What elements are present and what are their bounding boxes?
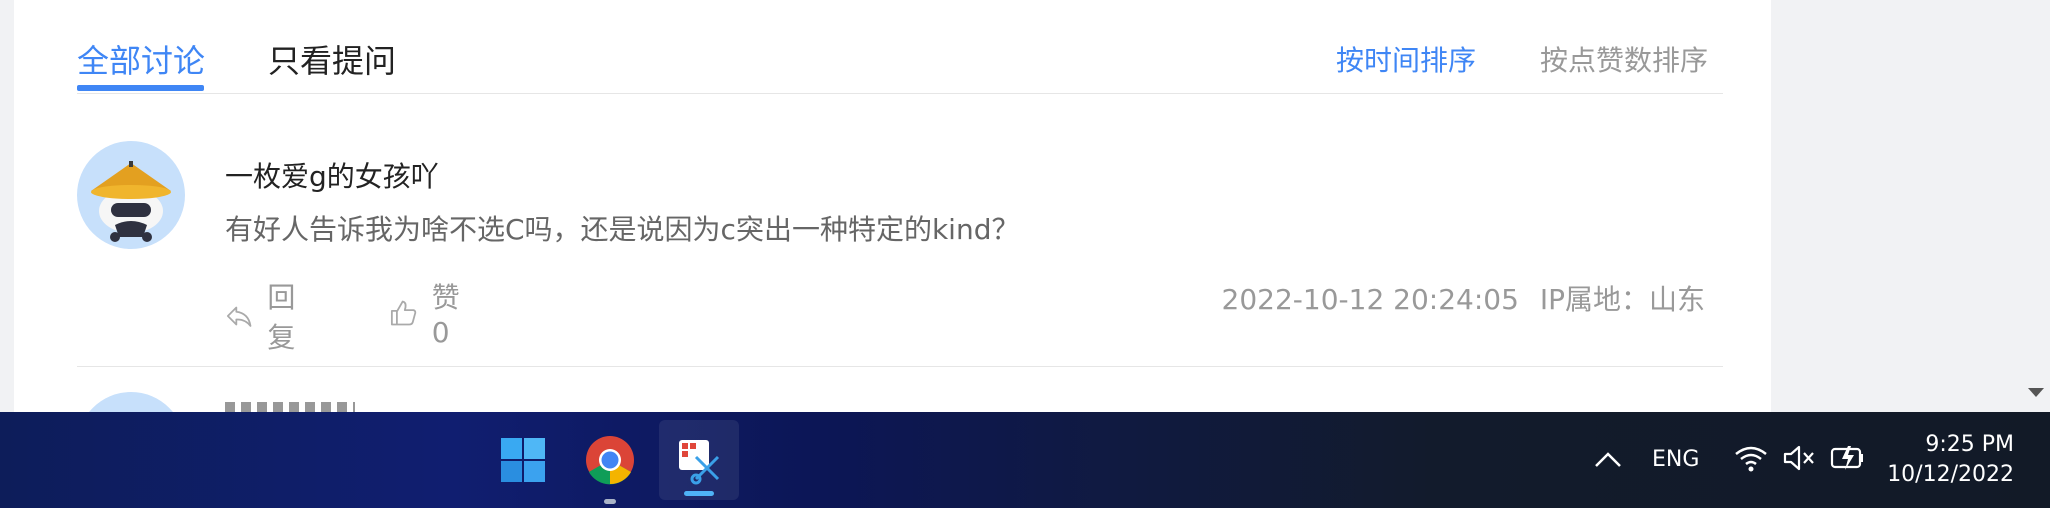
- reply-label: 回复: [267, 281, 296, 354]
- reply-button[interactable]: 回复: [225, 276, 307, 356]
- active-window-indicator: [684, 491, 714, 496]
- next-comment-username-fragment: [225, 402, 355, 412]
- like-count: 赞 0: [431, 281, 460, 349]
- user-avatar-icon: [91, 161, 171, 242]
- discussion-panel: 全部讨论 只看提问 按时间排序 按点赞数排序 一枚爱g的女孩吖 有好人告诉我为啥…: [14, 0, 1771, 412]
- like-button[interactable]: 赞 0: [389, 276, 471, 349]
- active-tab-indicator: [77, 85, 204, 91]
- wifi-icon[interactable]: [1734, 444, 1768, 472]
- snipping-tool-icon: [679, 440, 720, 485]
- avatar[interactable]: [77, 141, 185, 249]
- tab-questions-only[interactable]: 只看提问: [268, 36, 396, 82]
- side-gutter: [1771, 0, 2050, 412]
- clock-date: 10/12/2022: [1887, 462, 2014, 487]
- comment-divider: [77, 366, 1723, 367]
- tab-all-discussions[interactable]: 全部讨论: [77, 36, 205, 82]
- next-comment-avatar: [77, 392, 185, 412]
- start-button[interactable]: [483, 412, 563, 508]
- comment-username[interactable]: 一枚爱g的女孩吖: [225, 155, 439, 195]
- system-clock[interactable]: 9:25 PM 10/12/2022: [1887, 430, 2014, 490]
- scroll-down-arrow-icon[interactable]: [2028, 388, 2044, 397]
- chrome-taskbar-button[interactable]: [570, 412, 650, 508]
- sort-by-time-button[interactable]: 按时间排序: [1336, 39, 1476, 79]
- sort-by-likes-button[interactable]: 按点赞数排序: [1540, 39, 1708, 79]
- clock-time: 9:25 PM: [1925, 432, 2014, 457]
- comment-text: 有好人告诉我为啥不选C吗，还是说因为c突出一种特定的kind？: [225, 213, 1020, 246]
- comment-location: IP属地：山东: [1539, 283, 1705, 316]
- chevron-up-icon[interactable]: [1594, 450, 1622, 468]
- reply-icon: [226, 306, 252, 327]
- comment-timestamp: 2022-10-12 20:24:05: [1221, 283, 1519, 316]
- thumbs-up-icon: [390, 300, 417, 325]
- chrome-icon: [586, 436, 634, 485]
- snipping-tool-taskbar-button[interactable]: [659, 420, 739, 500]
- language-indicator[interactable]: ENG: [1652, 447, 1699, 472]
- battery-charging-icon[interactable]: [1830, 442, 1866, 472]
- volume-muted-icon[interactable]: [1782, 444, 1816, 472]
- windows-taskbar: ENG 9:25 PM 10/12/2022: [0, 412, 2050, 508]
- running-indicator: [604, 499, 616, 504]
- comment-meta: 2022-10-12 20:24:05 IP属地：山东: [1222, 278, 1705, 318]
- windows-start-icon: [501, 438, 545, 482]
